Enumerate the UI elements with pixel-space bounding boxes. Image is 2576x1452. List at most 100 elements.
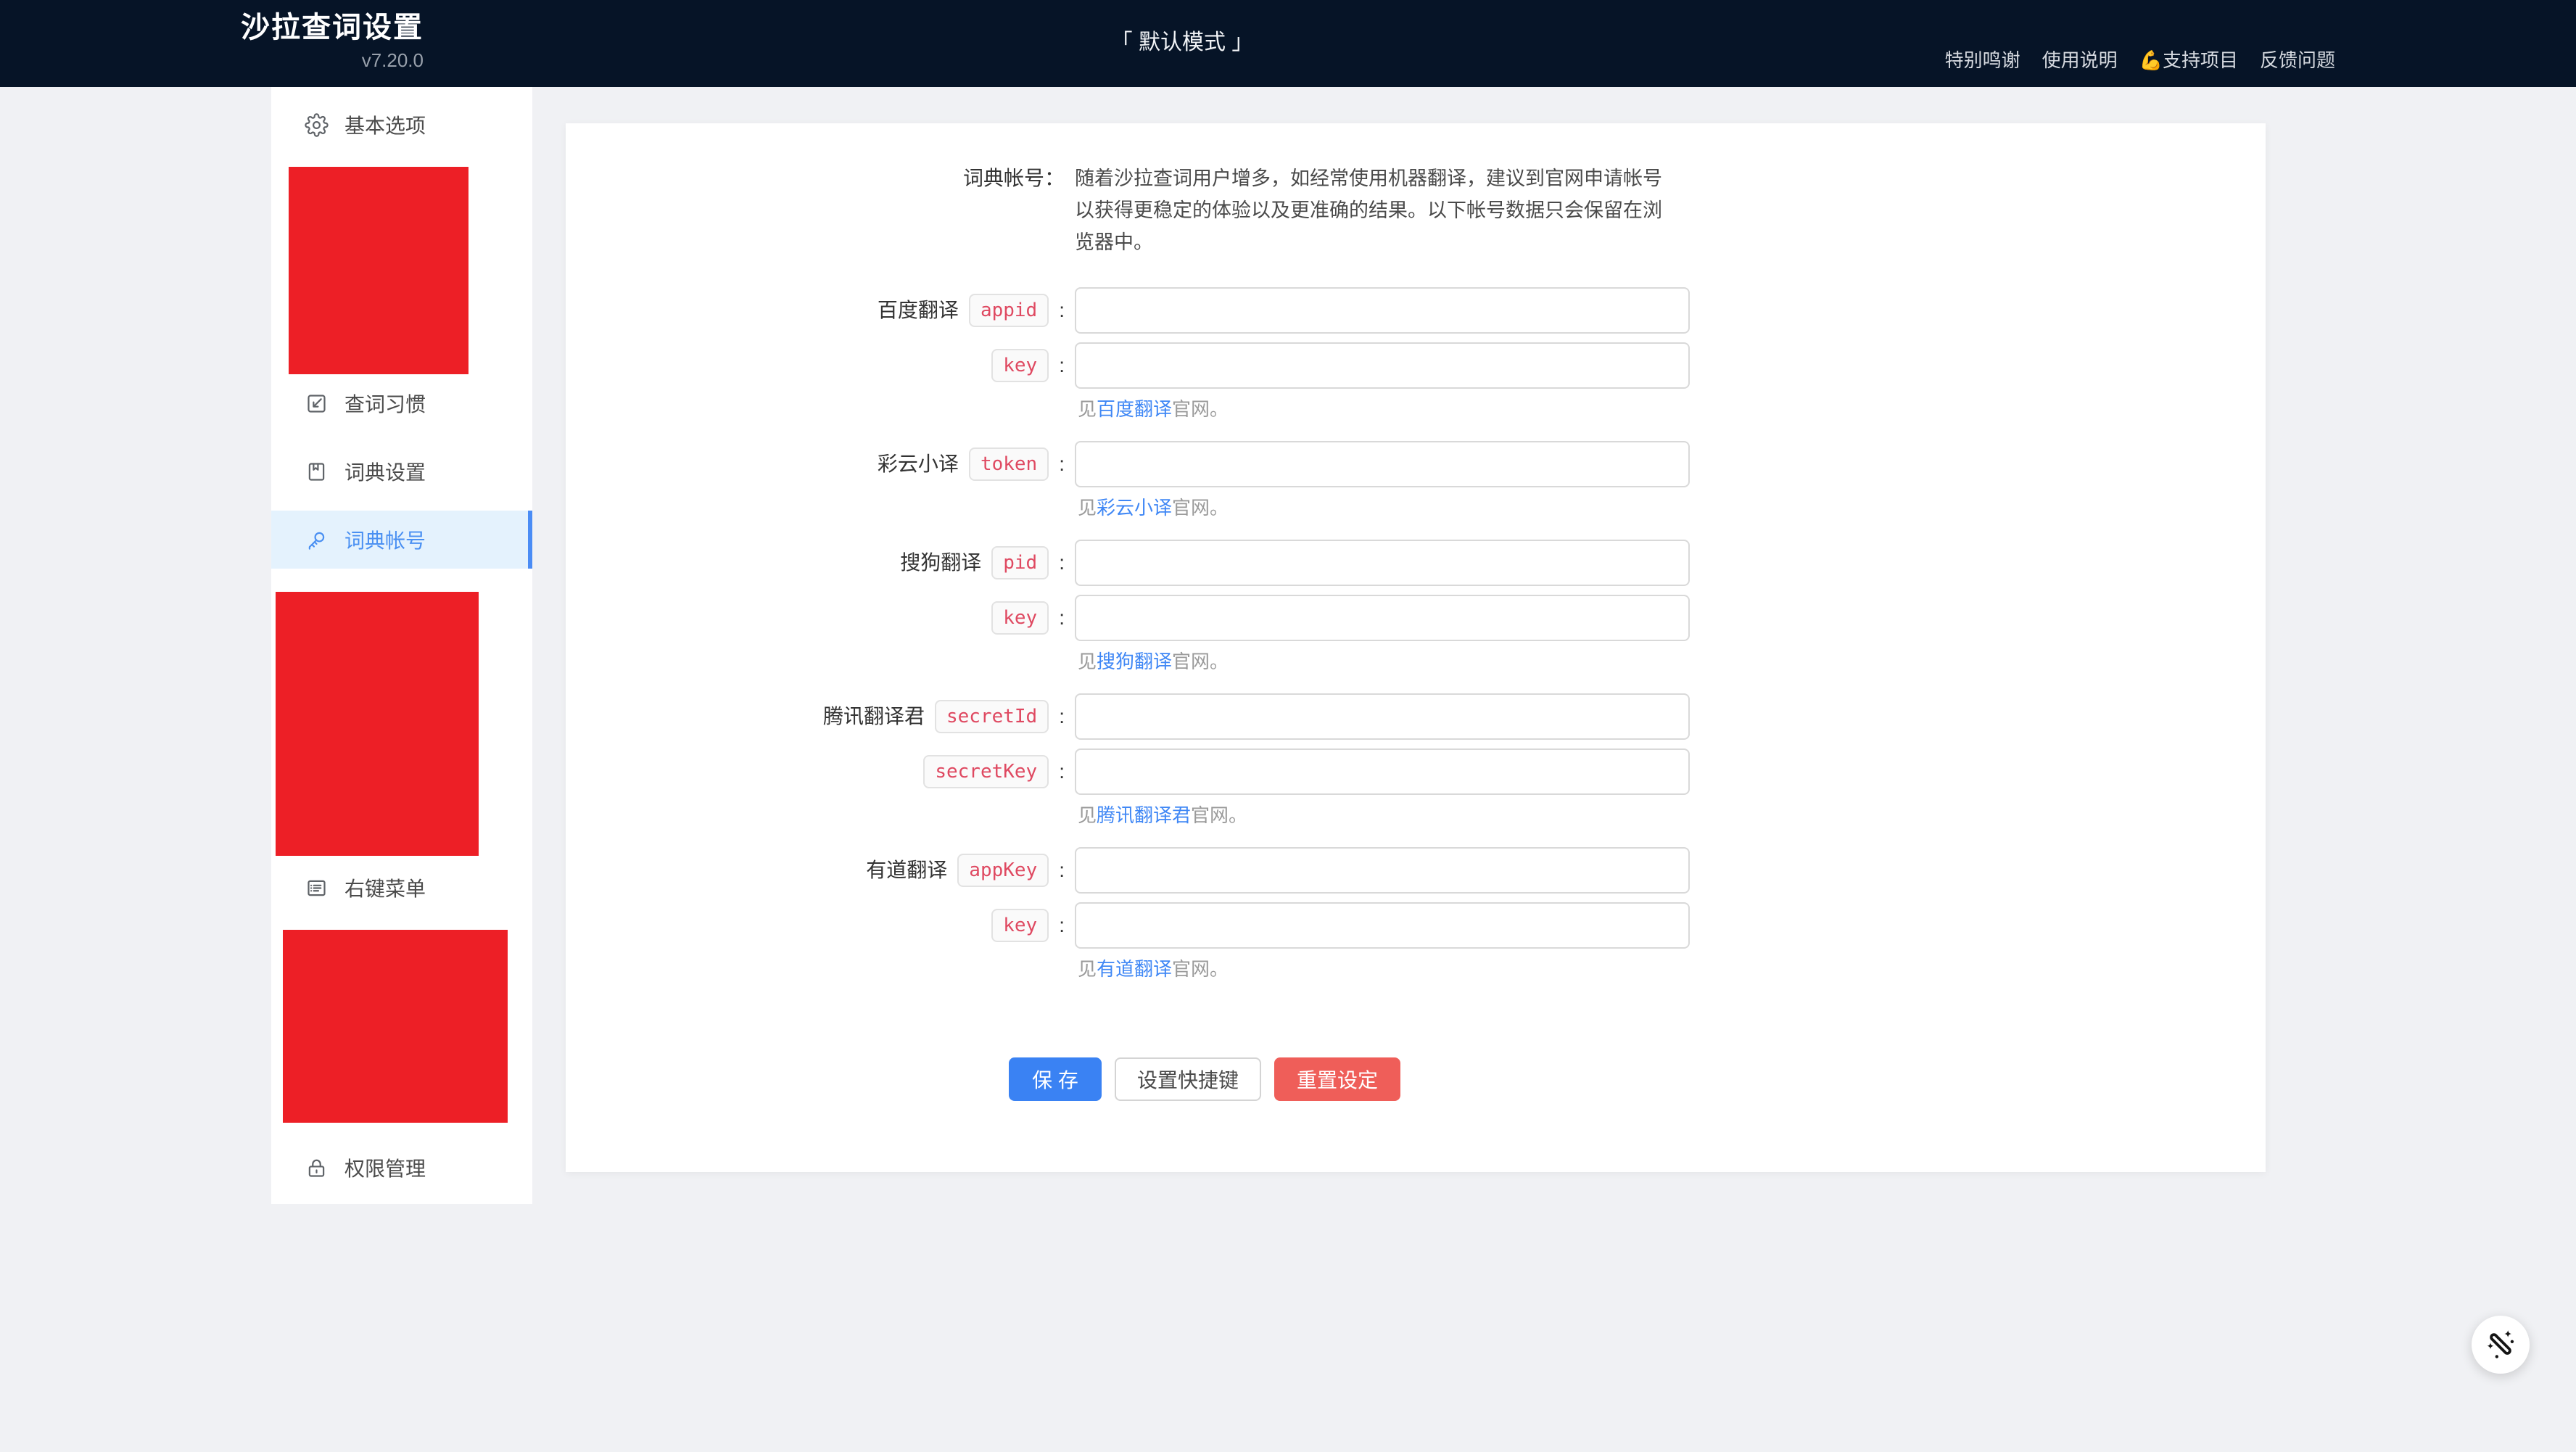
magic-wand-fab[interactable] <box>2472 1316 2530 1374</box>
sogou-key-input[interactable] <box>1075 595 1690 641</box>
sogou-site-link[interactable]: 搜狗翻译 <box>1097 651 1172 672</box>
top-header: 沙拉查词设置 v7.20.0 「 默认模式 」 特别鸣谢 使用说明 💪支持项目 … <box>0 0 2576 87</box>
code-badge: pid <box>991 546 1049 579</box>
form-row-baidu-appid: 百度翻译 appid : <box>566 287 2266 334</box>
note-suffix: 官网。 <box>1172 958 1229 980</box>
sidebar-item-dict-accounts[interactable]: 词典帐号 <box>271 511 532 569</box>
form-row-sogou-key: key : <box>566 595 2266 641</box>
sidebar-item-label: 权限管理 <box>344 1153 426 1182</box>
note-suffix: 官网。 <box>1172 651 1229 672</box>
code-badge: token <box>969 447 1049 481</box>
nav-link-credits[interactable]: 特别鸣谢 <box>1945 44 2020 77</box>
form-row-baidu-key: key : <box>566 342 2266 389</box>
sidebar-item-basic-options[interactable]: 基本选项 <box>271 96 532 154</box>
code-badge: key <box>991 349 1049 382</box>
youdao-key-input[interactable] <box>1075 902 1690 949</box>
field-label: 搜狗翻译 <box>900 547 981 579</box>
caiyun-site-link[interactable]: 彩云小译 <box>1097 497 1172 519</box>
nav-link-instructions[interactable]: 使用说明 <box>2042 44 2118 77</box>
sidebar-item-label: 词典帐号 <box>344 525 426 554</box>
form-row-tencent-secretid: 腾讯翻译君 secretId : <box>566 693 2266 740</box>
note-prefix: 见 <box>1078 651 1097 672</box>
field-note: 见彩云小译官网。 <box>1078 496 2266 519</box>
baidu-appid-input[interactable] <box>1075 287 1690 334</box>
app-title: 沙拉查词设置 <box>241 9 424 46</box>
form-row-tencent-secretkey: secretKey : <box>566 748 2266 795</box>
lock-icon <box>305 1156 329 1180</box>
sidebar-item-context-menu[interactable]: 右键菜单 <box>271 859 532 917</box>
select-cursor-icon <box>305 392 329 416</box>
app-version: v7.20.0 <box>362 46 424 74</box>
code-badge: key <box>991 601 1049 635</box>
youdao-appkey-input[interactable] <box>1075 847 1690 894</box>
tencent-secretkey-input[interactable] <box>1075 748 1690 795</box>
sidebar-item-label: 查词习惯 <box>344 389 426 418</box>
field-note: 见搜狗翻译官网。 <box>1078 650 2266 673</box>
colon: : <box>1059 453 1065 476</box>
youdao-site-link[interactable]: 有道翻译 <box>1097 958 1172 980</box>
field-note: 见有道翻译官网。 <box>1078 957 2266 981</box>
header-nav: 特别鸣谢 使用说明 💪支持项目 反馈问题 <box>1945 44 2335 77</box>
note-prefix: 见 <box>1078 804 1097 826</box>
sidebar-item-label: 基本选项 <box>344 110 426 139</box>
sidebar-item-dict-settings[interactable]: 词典设置 <box>271 442 532 500</box>
sidebar-item-label: 右键菜单 <box>344 873 426 902</box>
field-label: 彩云小译 <box>878 448 959 480</box>
caiyun-token-input[interactable] <box>1075 441 1690 487</box>
key-icon <box>305 528 329 552</box>
set-shortcut-button[interactable]: 设置快捷键 <box>1115 1057 1261 1101</box>
field-note: 见腾讯翻译君官网。 <box>1078 804 2266 827</box>
magic-wand-icon <box>2484 1328 2517 1361</box>
note-suffix: 官网。 <box>1172 497 1229 519</box>
ad-placeholder <box>283 930 508 1123</box>
context-menu-icon <box>305 876 329 900</box>
colon: : <box>1059 859 1065 882</box>
note-prefix: 见 <box>1078 958 1097 980</box>
code-badge: secretKey <box>923 755 1049 788</box>
profile-mode-label[interactable]: 「 默认模式 」 <box>1111 26 1254 59</box>
form-row-youdao-appkey: 有道翻译 appKey : <box>566 847 2266 894</box>
colon: : <box>1059 760 1065 783</box>
selected-indicator-bar <box>528 511 532 569</box>
colon: : <box>1059 354 1065 377</box>
sidebar: 基本选项 查词习惯 词典设置 词典帐号 右键菜单 <box>271 87 532 1204</box>
field-label: 有道翻译 <box>866 854 947 886</box>
reset-settings-button[interactable]: 重置设定 <box>1274 1057 1400 1101</box>
app-brand: 沙拉查词设置 v7.20.0 <box>241 9 424 74</box>
form-actions: 保 存 设置快捷键 重置设定 <box>1009 1057 2266 1101</box>
code-badge: appKey <box>957 854 1049 887</box>
note-prefix: 见 <box>1078 497 1097 519</box>
colon: : <box>1059 551 1065 574</box>
settings-card: 词典帐号： 随着沙拉查词用户增多，如经常使用机器翻译，建议到官网申请帐号以获得更… <box>566 123 2266 1172</box>
code-badge: appid <box>969 294 1049 327</box>
section-intro: 词典帐号： 随着沙拉查词用户增多，如经常使用机器翻译，建议到官网申请帐号以获得更… <box>566 162 2266 258</box>
tencent-site-link[interactable]: 腾讯翻译君 <box>1097 804 1191 826</box>
tencent-secretid-input[interactable] <box>1075 693 1690 740</box>
field-note: 见百度翻译官网。 <box>1078 397 2266 421</box>
colon: : <box>1059 914 1065 937</box>
section-description: 随着沙拉查词用户增多，如经常使用机器翻译，建议到官网申请帐号以获得更稳定的体验以… <box>1075 162 1677 258</box>
form-row-youdao-key: key : <box>566 902 2266 949</box>
sidebar-item-permissions[interactable]: 权限管理 <box>271 1139 532 1197</box>
save-button[interactable]: 保 存 <box>1009 1057 1102 1101</box>
book-icon <box>305 460 329 484</box>
colon: : <box>1059 705 1065 728</box>
nav-link-feedback[interactable]: 反馈问题 <box>2260 44 2335 77</box>
gear-icon <box>305 113 329 137</box>
note-suffix: 官网。 <box>1191 804 1247 826</box>
nav-link-support[interactable]: 💪支持项目 <box>2139 44 2238 77</box>
sidebar-item-search-habits[interactable]: 查词习惯 <box>271 374 532 432</box>
baidu-site-link[interactable]: 百度翻译 <box>1097 398 1172 420</box>
colon: : <box>1059 606 1065 630</box>
form-row-sogou-pid: 搜狗翻译 pid : <box>566 540 2266 586</box>
ad-placeholder <box>289 167 468 374</box>
sogou-pid-input[interactable] <box>1075 540 1690 586</box>
sidebar-item-label: 词典设置 <box>344 457 426 486</box>
section-label: 词典帐号： <box>963 162 1065 194</box>
field-label: 腾讯翻译君 <box>823 701 925 733</box>
field-label: 百度翻译 <box>878 294 959 326</box>
ad-placeholder <box>276 592 479 856</box>
code-badge: key <box>991 909 1049 942</box>
baidu-key-input[interactable] <box>1075 342 1690 389</box>
note-prefix: 见 <box>1078 398 1097 420</box>
